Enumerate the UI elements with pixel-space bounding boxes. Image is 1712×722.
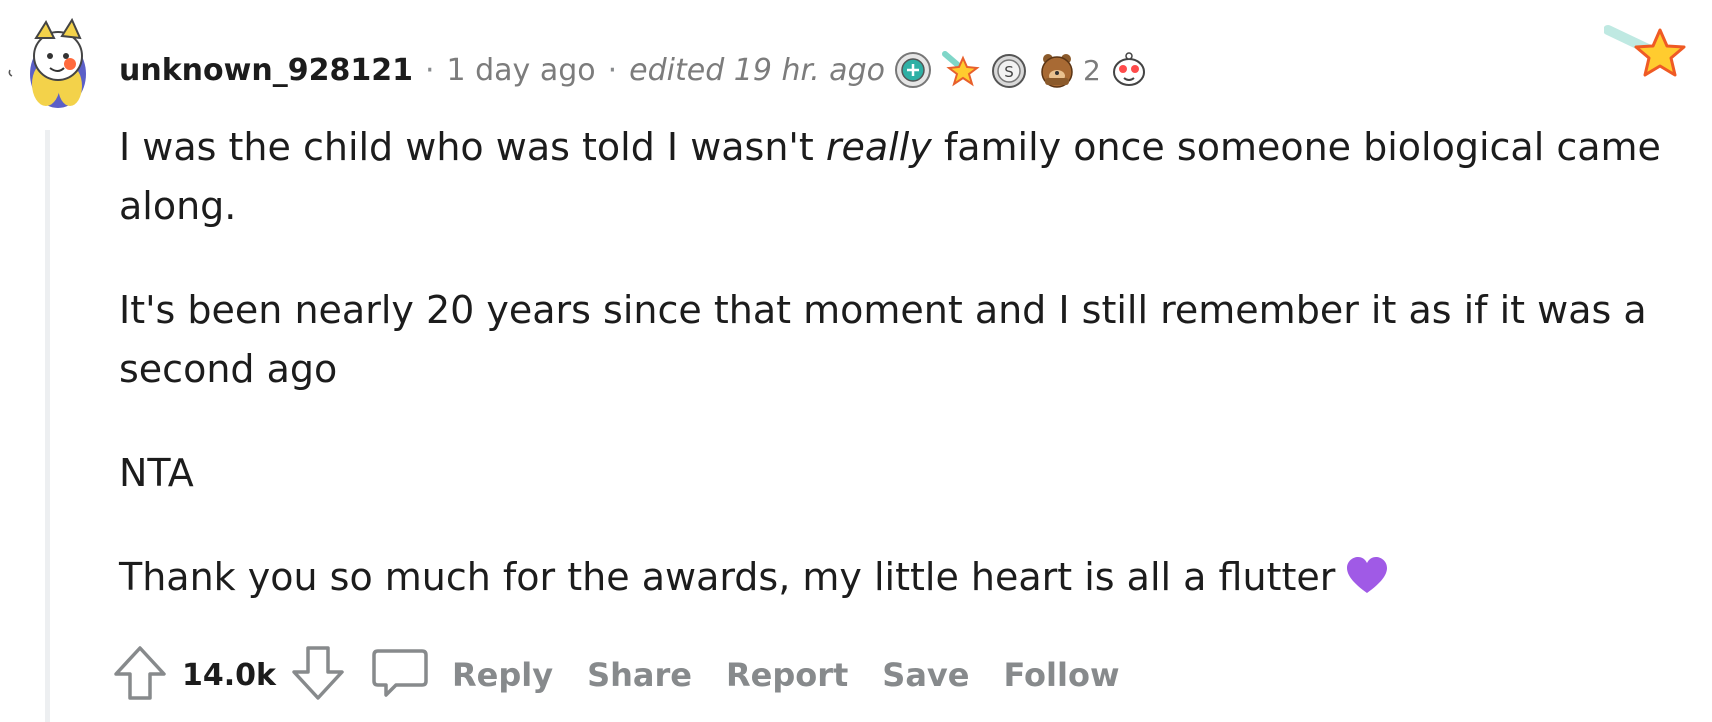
- vote-score: 14.0k: [182, 657, 276, 693]
- comment-bubble-icon[interactable]: [346, 643, 430, 707]
- emphasis-text: really: [825, 125, 932, 169]
- body-text: I was the child who was told I wasn't: [119, 125, 826, 169]
- award-count: 2: [1082, 53, 1101, 87]
- heartwarming-award-icon[interactable]: [1109, 50, 1149, 90]
- timestamp[interactable]: 1 day ago: [447, 53, 596, 88]
- edited-timestamp: edited 19 hr. ago: [629, 52, 885, 88]
- share-button[interactable]: Share: [587, 656, 692, 694]
- username[interactable]: unknown_928121: [119, 53, 413, 88]
- separator: ·: [607, 52, 618, 88]
- avatar[interactable]: [6, 12, 110, 116]
- facepalm-bear-award-icon[interactable]: [1037, 50, 1077, 90]
- thread-line[interactable]: [45, 130, 50, 722]
- rocket-like-award-icon[interactable]: [941, 50, 981, 90]
- save-button[interactable]: Save: [882, 656, 969, 694]
- follow-button[interactable]: Follow: [1003, 656, 1119, 694]
- svg-text:S: S: [1004, 63, 1014, 81]
- comment-body: I was the child who was told I wasn't re…: [119, 118, 1679, 607]
- reply-button[interactable]: Reply: [452, 656, 553, 694]
- purple-heart-icon: [1345, 554, 1389, 594]
- body-text: Thank you so much for the awards, my lit…: [119, 555, 1336, 599]
- separator: ·: [424, 52, 435, 88]
- wholesome-seal-award-icon[interactable]: [893, 50, 933, 90]
- comment-paragraph: I was the child who was told I wasn't re…: [119, 118, 1679, 236]
- comment-header: unknown_928121 · 1 day ago · edited 19 h…: [119, 46, 1149, 94]
- comment-actions: 14.0k Reply Share Report Save Follow: [112, 645, 1120, 705]
- comment-paragraph: It's been nearly 20 years since that mom…: [119, 288, 1647, 391]
- report-button[interactable]: Report: [726, 656, 848, 694]
- downvote-icon[interactable]: [290, 644, 346, 706]
- silver-award-icon[interactable]: S: [989, 50, 1029, 90]
- star-award-icon[interactable]: [1603, 24, 1686, 90]
- comment-paragraph: NTA: [119, 451, 194, 495]
- upvote-icon[interactable]: [112, 644, 168, 706]
- comment-paragraph: Thank you so much for the awards, my lit…: [119, 548, 1679, 607]
